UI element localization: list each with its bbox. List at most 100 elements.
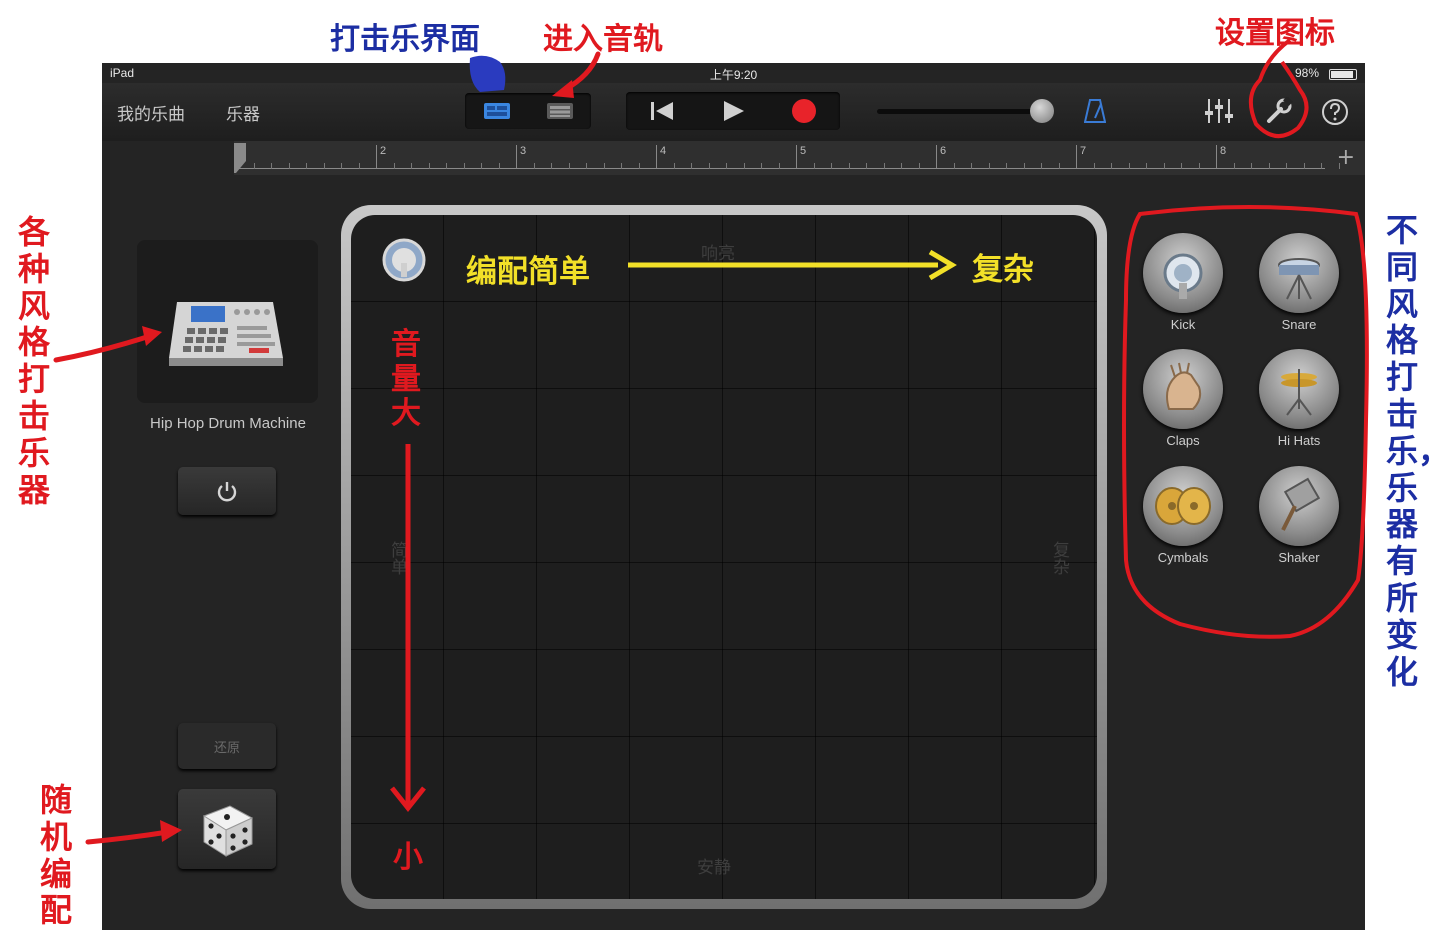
claps-hand-icon — [1143, 349, 1223, 429]
instrument-claps[interactable]: Claps — [1133, 349, 1233, 448]
ruler-sub-tick — [691, 163, 692, 169]
ruler-sub-tick — [708, 163, 710, 169]
ruler-sub-tick — [831, 163, 832, 169]
ruler-sub-tick — [358, 163, 360, 169]
instrument-cymbals[interactable]: Cymbals — [1133, 466, 1233, 565]
ruler-bar-tick — [516, 145, 517, 169]
ruler-sub-tick — [1286, 163, 1287, 169]
ruler-baseline — [234, 168, 1325, 169]
annotation-simple: 编配简单 — [466, 254, 590, 290]
view-toggle — [465, 93, 591, 129]
ruler-sub-tick — [1181, 163, 1182, 169]
timeline-ruler[interactable]: 2 3 4 5 6 7 8 + — [234, 141, 1365, 175]
ruler-bar-number: 2 — [380, 145, 387, 157]
ruler-sub-tick — [341, 163, 342, 169]
pad-hint-complex: 复杂 — [1049, 541, 1069, 575]
instrument-hi-hats[interactable]: Hi Hats — [1249, 349, 1349, 448]
random-arrange-button[interactable] — [178, 789, 276, 869]
ruler-sub-tick — [1321, 163, 1322, 169]
power-icon — [217, 482, 237, 502]
instrument-label: Claps — [1166, 433, 1200, 448]
instrument-label: Shaker — [1278, 550, 1320, 565]
pad-hint-simple: 简单 — [387, 541, 407, 575]
ruler-sub-tick — [481, 163, 482, 169]
annotation-soft: 小 — [393, 840, 423, 875]
ruler-sub-tick — [603, 163, 605, 169]
playhead-icon[interactable] — [234, 143, 248, 173]
add-section-button[interactable]: + — [1337, 145, 1355, 170]
my-songs-button[interactable]: 我的乐曲 — [117, 100, 185, 125]
ruler-sub-tick — [901, 163, 902, 169]
rewind-button[interactable] — [626, 92, 697, 130]
ruler-sub-tick — [551, 163, 552, 169]
play-icon — [723, 101, 744, 121]
restore-label: 还原 — [213, 740, 240, 756]
ruler-bar-number: 5 — [800, 145, 807, 157]
battery-percent: 98% — [1294, 66, 1319, 80]
ruler-sub-tick — [918, 163, 920, 169]
instrument-snare[interactable]: Snare — [1249, 233, 1349, 332]
ruler-sub-tick — [743, 163, 745, 169]
annotation-drum-view: 打击乐界面 — [330, 22, 480, 57]
instrument-kick[interactable]: Kick — [1133, 233, 1233, 332]
ruler-sub-tick — [323, 163, 325, 169]
ruler-sub-tick — [971, 163, 972, 169]
ruler-sub-tick — [533, 163, 535, 169]
instrument-label: Kick — [1170, 317, 1196, 332]
ruler-sub-tick — [883, 163, 885, 169]
help-button[interactable] — [1320, 97, 1350, 127]
instruments-button[interactable]: 乐器 — [226, 100, 260, 125]
ruler-sub-tick — [621, 163, 622, 169]
ruler-bar-number: 3 — [520, 145, 527, 157]
hi-hats-icon — [1259, 349, 1339, 429]
ruler-sub-tick — [953, 163, 955, 169]
rewind-icon — [650, 102, 673, 120]
pad-hint-loud: 响亮 — [701, 244, 735, 264]
volume-slider-knob[interactable] — [1030, 99, 1054, 123]
arrangement-pad-frame: 响亮 安静 简单 复杂 — [341, 205, 1107, 909]
pad-puck-icon[interactable] — [381, 237, 427, 283]
kick-drum-icon — [1143, 233, 1223, 313]
instrument-label: Hi Hats — [1277, 433, 1321, 448]
settings-button[interactable] — [1262, 95, 1296, 127]
metronome-icon — [1084, 99, 1106, 123]
instrument-label: Snare — [1281, 317, 1317, 332]
pad-hint-quiet: 安静 — [697, 858, 731, 878]
ruler-sub-tick — [778, 163, 780, 169]
restore-button[interactable]: 还原 — [178, 723, 276, 769]
ruler-bar-tick — [936, 145, 937, 169]
battery-icon — [1329, 69, 1357, 80]
ruler-sub-tick — [1233, 163, 1235, 169]
power-button[interactable] — [178, 467, 276, 515]
master-volume-slider[interactable] — [877, 109, 1037, 114]
metronome-button[interactable] — [1082, 97, 1108, 125]
ruler-sub-tick — [1093, 163, 1095, 169]
ruler-sub-tick — [306, 163, 307, 169]
ruler-sub-tick — [271, 163, 272, 169]
instrument-shaker[interactable]: Shaker — [1249, 466, 1349, 565]
ruler-sub-tick — [848, 163, 850, 169]
annotation-settings-icon: 设置图标 — [1215, 16, 1335, 51]
ruler-sub-tick — [1058, 163, 1060, 169]
ruler-sub-tick — [1111, 163, 1112, 169]
ruler-bar-tick — [1076, 145, 1077, 169]
record-button[interactable] — [768, 92, 839, 130]
play-button[interactable] — [697, 92, 768, 130]
ruler-sub-tick — [866, 163, 867, 169]
drum-kit-selector[interactable] — [137, 240, 318, 403]
mixer-button[interactable] — [1202, 95, 1236, 127]
drum-machine-icon — [169, 302, 283, 366]
ruler-sub-tick — [813, 163, 815, 169]
ruler-sub-tick — [1198, 163, 1200, 169]
ruler-bar-tick — [376, 145, 377, 169]
annotation-random-arrange: 随机编配 — [40, 781, 73, 930]
drum-view-button[interactable] — [465, 93, 528, 129]
dice-icon — [202, 805, 254, 857]
arrangement-xy-pad[interactable]: 响亮 安静 简单 复杂 — [351, 215, 1097, 899]
ruler-sub-tick — [498, 163, 500, 169]
ruler-sub-tick — [446, 163, 447, 169]
ruler-bar-number: 4 — [660, 145, 667, 157]
ruler-sub-tick — [1251, 163, 1252, 169]
tracks-view-button[interactable] — [528, 93, 591, 129]
ruler-bar-tick — [1216, 145, 1217, 169]
